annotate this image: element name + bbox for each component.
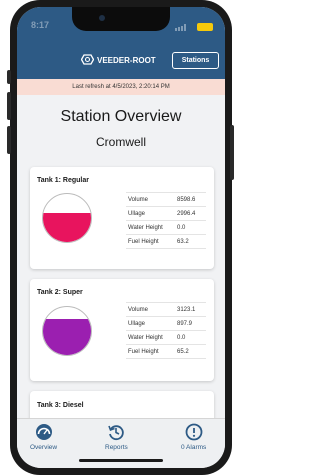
metric-value: 2996.4	[177, 210, 196, 217]
brand-name: VEEDER-ROOT	[97, 56, 156, 65]
metric-label: Volume	[128, 306, 149, 313]
tank-card-1[interactable]: Tank 1: Regular Volume 8598.6 Ullage 2996.…	[30, 167, 214, 269]
metric-row-volume: Volume 8598.6	[126, 192, 206, 207]
history-icon	[107, 423, 125, 441]
tab-label: Reports	[105, 444, 128, 451]
alert-circle-icon	[185, 423, 203, 441]
metric-label: Fuel Height	[128, 348, 159, 355]
metric-row-volume: Volume 3123.1	[126, 302, 206, 317]
brand-logo: VEEDER-ROOT	[80, 54, 156, 67]
metric-label: Ullage	[128, 210, 146, 217]
metric-row-ullage: Ullage 2996.4	[126, 207, 206, 221]
metric-value: 65.2	[177, 348, 189, 355]
camera-icon	[99, 15, 105, 21]
metric-row-water-height: Water Height 0.0	[126, 221, 206, 235]
tab-overview[interactable]: Overview	[30, 423, 57, 451]
gauge-icon	[35, 423, 53, 441]
metric-value: 0.0	[177, 224, 186, 231]
metric-label: Volume	[128, 196, 149, 203]
tab-label: Overview	[30, 444, 58, 451]
metric-value: 63.2	[177, 238, 189, 245]
tank-name: Tank 3: Diesel	[37, 402, 84, 409]
tank-name: Tank 1: Regular	[37, 177, 89, 184]
tank-level-fill	[43, 213, 91, 242]
battery-icon	[197, 23, 213, 31]
last-refresh-banner: Last refresh at 4/5/2023, 2:20:14 PM	[17, 79, 225, 95]
metric-value: 897.9	[177, 320, 193, 327]
tab-label: 0 Alarms	[181, 444, 207, 451]
tab-reports[interactable]: Reports	[105, 423, 128, 451]
metric-row-water-height: Water Height 0.0	[126, 331, 206, 345]
metric-row-fuel-height: Fuel Height 65.2	[126, 345, 206, 359]
volume-up-button	[7, 92, 11, 120]
volume-down-button	[7, 126, 11, 154]
tank-metrics-table: Volume 3123.1 Ullage 897.9 Water Height 0.0…	[126, 302, 206, 359]
metric-label: Water Height	[128, 334, 163, 341]
tank-metrics-table: Volume 8598.6 Ullage 2996.4 Water Height 0.…	[126, 192, 206, 249]
tank-name: Tank 2: Super	[37, 289, 83, 296]
metric-value: 3123.1	[177, 306, 196, 313]
station-name: Cromwell	[95, 135, 146, 149]
tank-level-fill	[43, 319, 91, 355]
metric-label: Water Height	[128, 224, 163, 231]
veeder-root-logo-icon	[80, 54, 95, 67]
tab-alarms[interactable]: 0 Alarms	[181, 423, 206, 451]
tank-level-gauge	[42, 306, 92, 356]
tank-level-gauge	[42, 193, 92, 243]
tank-card-2[interactable]: Tank 2: Super Volume 3123.1 Ullage 897.9 W…	[30, 279, 214, 381]
app-screen: 8:17 VEEDER-ROOT Stations Last refresh a…	[17, 7, 225, 468]
metric-value: 8598.6	[177, 196, 196, 203]
metric-row-fuel-height: Fuel Height 63.2	[126, 235, 206, 249]
status-bar: 8:17	[17, 7, 225, 43]
app-header: VEEDER-ROOT Stations	[17, 43, 225, 79]
stations-button[interactable]: Stations	[172, 52, 219, 69]
metric-label: Ullage	[128, 320, 146, 327]
metric-label: Fuel Height	[128, 238, 159, 245]
power-button	[230, 125, 234, 180]
home-indicator	[79, 459, 163, 462]
mute-switch	[7, 70, 11, 84]
camera-notch	[72, 7, 170, 31]
page-title: Station Overview	[60, 108, 182, 125]
status-time: 8:17	[31, 20, 50, 30]
signal-icon	[175, 24, 187, 31]
metric-row-ullage: Ullage 897.9	[126, 317, 206, 331]
metric-value: 0.0	[177, 334, 186, 341]
